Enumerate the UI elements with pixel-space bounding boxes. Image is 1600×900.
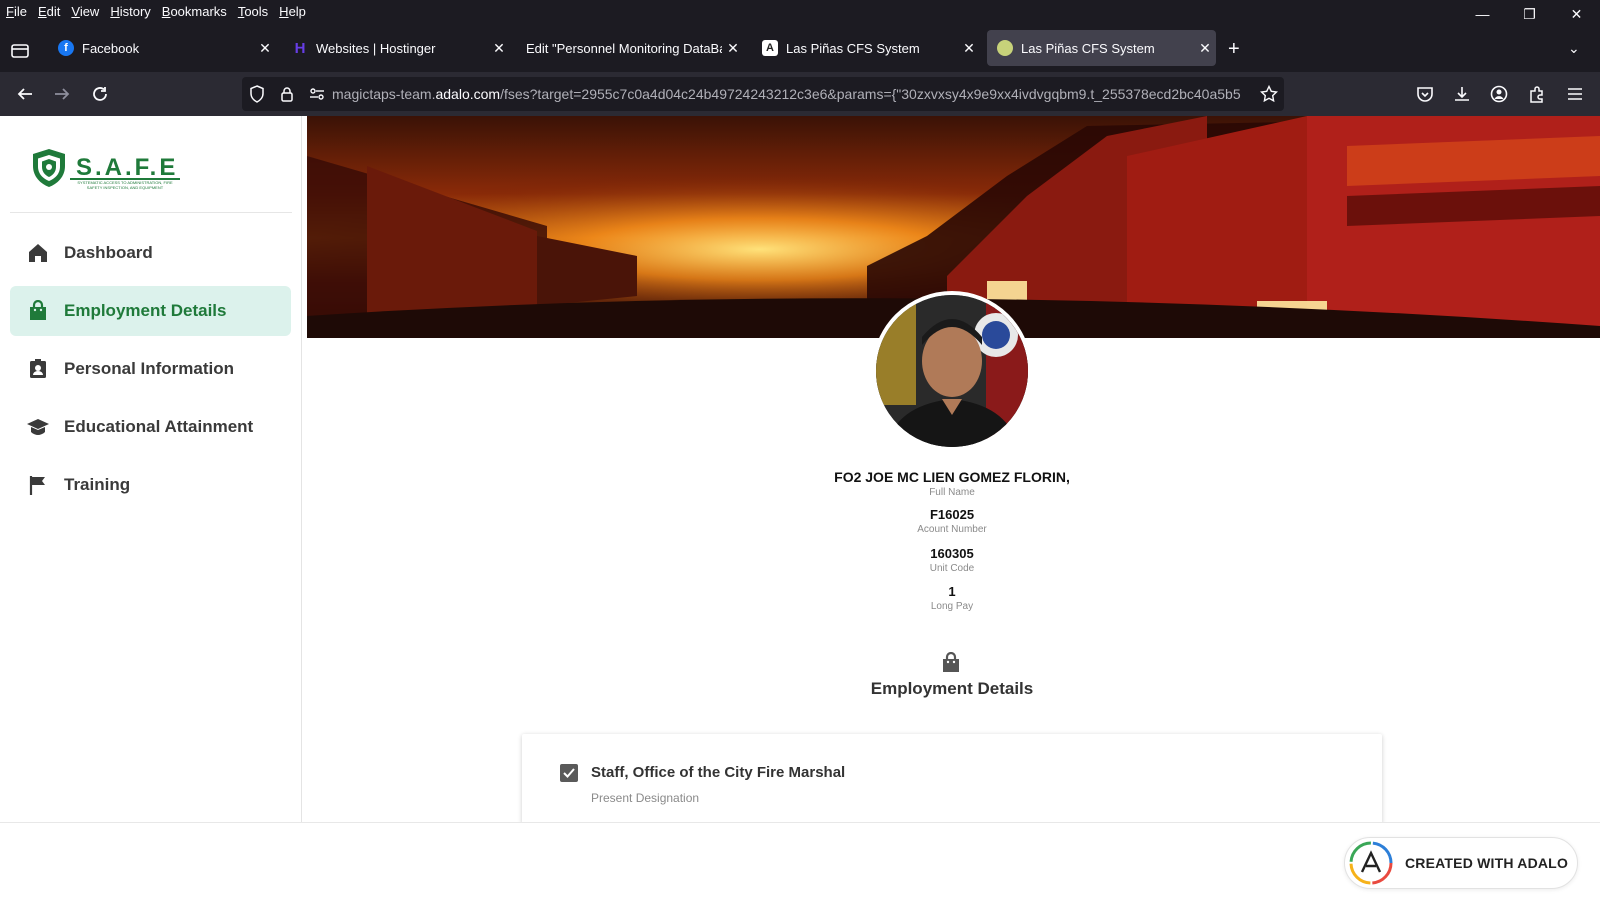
url-domain: adalo.com bbox=[435, 86, 501, 102]
back-arrow-icon[interactable] bbox=[12, 81, 38, 107]
url-text[interactable]: magictaps-team.adalo.com/fses?target=295… bbox=[332, 86, 1254, 102]
adalo-icon: A bbox=[762, 40, 778, 56]
checkbox-checked-icon[interactable] bbox=[560, 764, 578, 782]
profile-name-field: FO2 JOE MC LIEN GOMEZ FLORIN, Full Name bbox=[700, 469, 1204, 498]
account-number-label: Acount Number bbox=[917, 524, 987, 535]
sidebar-item-employment-details[interactable]: Employment Details bbox=[10, 286, 291, 336]
full-name-value: FO2 JOE MC LIEN GOMEZ FLORIN, bbox=[834, 469, 1070, 485]
close-icon[interactable]: ✕ bbox=[1194, 40, 1216, 57]
tab-facebook[interactable]: f Facebook ✕ bbox=[48, 30, 276, 66]
designation-label: Present Designation bbox=[591, 791, 700, 805]
id-badge-icon bbox=[26, 357, 50, 381]
permissions-icon[interactable] bbox=[302, 87, 332, 101]
adalo-logo-icon bbox=[1349, 841, 1393, 885]
extensions-icon[interactable] bbox=[1524, 81, 1550, 107]
hostinger-icon: H bbox=[294, 39, 306, 57]
sidebar: S.A.F.E SYSTEMATIC ACCESS TO ADMINISTRAT… bbox=[0, 116, 302, 822]
designation-card: Staff, Office of the City Fire Marshal P… bbox=[522, 734, 1382, 824]
home-icon bbox=[26, 241, 50, 265]
full-name-label: Full Name bbox=[929, 487, 975, 498]
sidebar-item-label: Employment Details bbox=[64, 301, 227, 320]
menu-tools[interactable]: Tools bbox=[238, 4, 268, 19]
account-icon[interactable] bbox=[1486, 81, 1512, 107]
new-tab-icon[interactable]: + bbox=[1228, 38, 1240, 61]
safe-seal-icon bbox=[997, 40, 1013, 56]
close-icon[interactable]: ✕ bbox=[958, 40, 980, 57]
sidebar-item-label: Dashboard bbox=[64, 243, 153, 262]
section-title: Employment Details bbox=[870, 679, 1034, 698]
tab-title: Facebook bbox=[82, 40, 140, 56]
avatar bbox=[872, 291, 1032, 451]
lock-icon[interactable] bbox=[272, 86, 302, 102]
unit-code-label: Unit Code bbox=[929, 563, 975, 574]
shield-logo-icon bbox=[33, 149, 65, 187]
briefcase-icon bbox=[940, 651, 962, 674]
sidebar-item-label: Training bbox=[64, 475, 131, 494]
menu-edit[interactable]: Edit bbox=[38, 4, 60, 19]
hamburger-menu-icon[interactable] bbox=[1562, 81, 1588, 107]
menu-help[interactable]: Help bbox=[279, 4, 306, 19]
tab-title: Websites | Hostinger bbox=[316, 40, 436, 56]
close-icon[interactable]: ✕ bbox=[488, 40, 510, 57]
adalo-badge-text: CREATED WITH ADALO bbox=[1405, 855, 1569, 871]
unit-code-field: 160305 Unit Code bbox=[700, 546, 1204, 574]
navigation-bar: magictaps-team.adalo.com/fses?target=295… bbox=[0, 72, 1600, 116]
sidebar-item-training[interactable]: Training bbox=[10, 460, 291, 510]
logo-text: S.A.F.E bbox=[76, 154, 179, 181]
long-pay-field: 1 Long Pay bbox=[700, 584, 1204, 612]
account-number-field: F16025 Acount Number bbox=[700, 507, 1204, 535]
tab-title: Las Piñas CFS System bbox=[786, 40, 920, 56]
download-icon[interactable] bbox=[1449, 81, 1475, 107]
sidebar-item-label: Personal Information bbox=[64, 359, 235, 378]
shield-icon[interactable] bbox=[242, 85, 272, 103]
tab-las-pinas-1[interactable]: A Las Piñas CFS System ✕ bbox=[752, 30, 980, 66]
facebook-icon: f bbox=[58, 40, 74, 56]
sidebar-item-educational-attainment[interactable]: Educational Attainment bbox=[10, 402, 291, 452]
long-pay-label: Long Pay bbox=[930, 601, 974, 612]
menu-file[interactable]: File bbox=[6, 4, 27, 19]
logo-subtitle: SYSTEMATIC ACCESS TO ADMINISTRATION, FIR… bbox=[70, 178, 180, 190]
tab-hostinger[interactable]: H Websites | Hostinger ✕ bbox=[282, 30, 510, 66]
reload-icon[interactable] bbox=[87, 81, 113, 107]
briefcase-icon bbox=[26, 299, 50, 323]
chevron-down-icon[interactable]: ⌄ bbox=[1568, 40, 1580, 57]
url-prefix: magictaps-team. bbox=[332, 86, 436, 102]
tab-las-pinas-active[interactable]: Las Piñas CFS System ✕ bbox=[987, 30, 1216, 66]
close-icon[interactable]: ✕ bbox=[722, 40, 744, 57]
url-bar[interactable]: magictaps-team.adalo.com/fses?target=295… bbox=[242, 77, 1284, 111]
graduation-cap-icon bbox=[26, 415, 50, 439]
menu-view[interactable]: View bbox=[71, 4, 99, 19]
menu-bookmarks[interactable]: Bookmarks bbox=[162, 4, 227, 19]
unit-code-value: 160305 bbox=[930, 546, 974, 561]
created-with-adalo-badge[interactable]: CREATED WITH ADALO bbox=[1344, 837, 1578, 889]
forward-arrow-icon[interactable] bbox=[49, 81, 75, 107]
bookmark-star-icon[interactable] bbox=[1254, 85, 1284, 103]
pocket-icon[interactable] bbox=[1412, 81, 1438, 107]
sidebar-item-label: Educational Attainment bbox=[64, 417, 254, 436]
close-icon[interactable]: ✕ bbox=[254, 40, 276, 57]
tab-bar: f Facebook ✕ H Websites | Hostinger ✕ Ed… bbox=[0, 22, 1600, 72]
menu-bar: File Edit View History Bookmarks Tools H… bbox=[0, 0, 1600, 22]
sidebar-item-dashboard[interactable]: Dashboard bbox=[10, 228, 291, 278]
designation-value: Staff, Office of the City Fire Marshal bbox=[591, 764, 846, 781]
sidebar-item-personal-information[interactable]: Personal Information bbox=[10, 344, 291, 394]
account-number-value: F16025 bbox=[929, 507, 975, 522]
flag-icon bbox=[26, 473, 50, 497]
tab-manager-icon[interactable] bbox=[10, 42, 30, 60]
menu-history[interactable]: History bbox=[110, 4, 150, 19]
tab-title: Edit "Personnel Monitoring DataBas bbox=[526, 40, 722, 56]
long-pay-value: 1 bbox=[948, 584, 956, 599]
safe-logo: S.A.F.E SYSTEMATIC ACCESS TO ADMINISTRAT… bbox=[28, 146, 188, 190]
tab-title: Las Piñas CFS System bbox=[1021, 40, 1155, 56]
url-path: /fses?target=2955c7c0a4d04c24b4972424321… bbox=[500, 86, 1241, 102]
sidebar-divider bbox=[10, 212, 292, 213]
tab-edit-personnel[interactable]: Edit "Personnel Monitoring DataBas ✕ bbox=[516, 30, 744, 66]
